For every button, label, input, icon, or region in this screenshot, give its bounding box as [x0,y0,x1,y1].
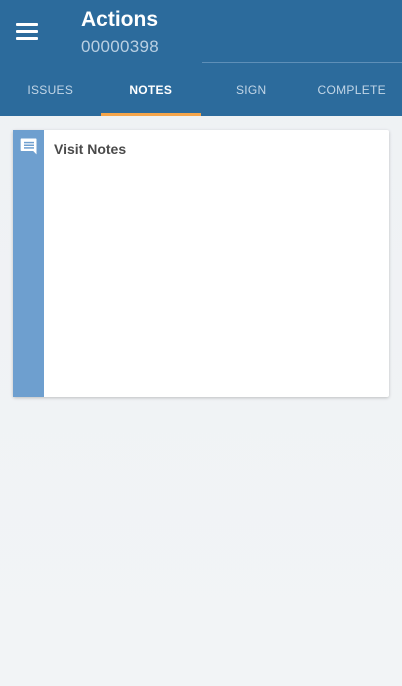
card-accent-bar [13,130,44,397]
hamburger-menu-icon[interactable] [14,20,40,42]
header-divider [202,62,402,63]
visit-notes-card: Visit Notes [13,130,389,397]
tab-bar: ISSUES NOTES SIGN COMPLETE [0,64,402,116]
tab-sign[interactable]: SIGN [201,64,302,116]
record-number: 00000398 [81,37,160,56]
card-title: Visit Notes [54,141,127,157]
app-header: Actions 00000398 ISSUES NOTES SIGN COMPL… [0,0,402,116]
tab-issues[interactable]: ISSUES [0,64,101,116]
app-screen: Actions 00000398 ISSUES NOTES SIGN COMPL… [0,0,402,686]
tab-notes[interactable]: NOTES [100,64,202,116]
tab-complete[interactable]: COMPLETE [302,64,402,116]
page-title: Actions [81,8,159,31]
comment-icon [20,138,37,155]
visit-notes-input[interactable] [54,164,379,386]
